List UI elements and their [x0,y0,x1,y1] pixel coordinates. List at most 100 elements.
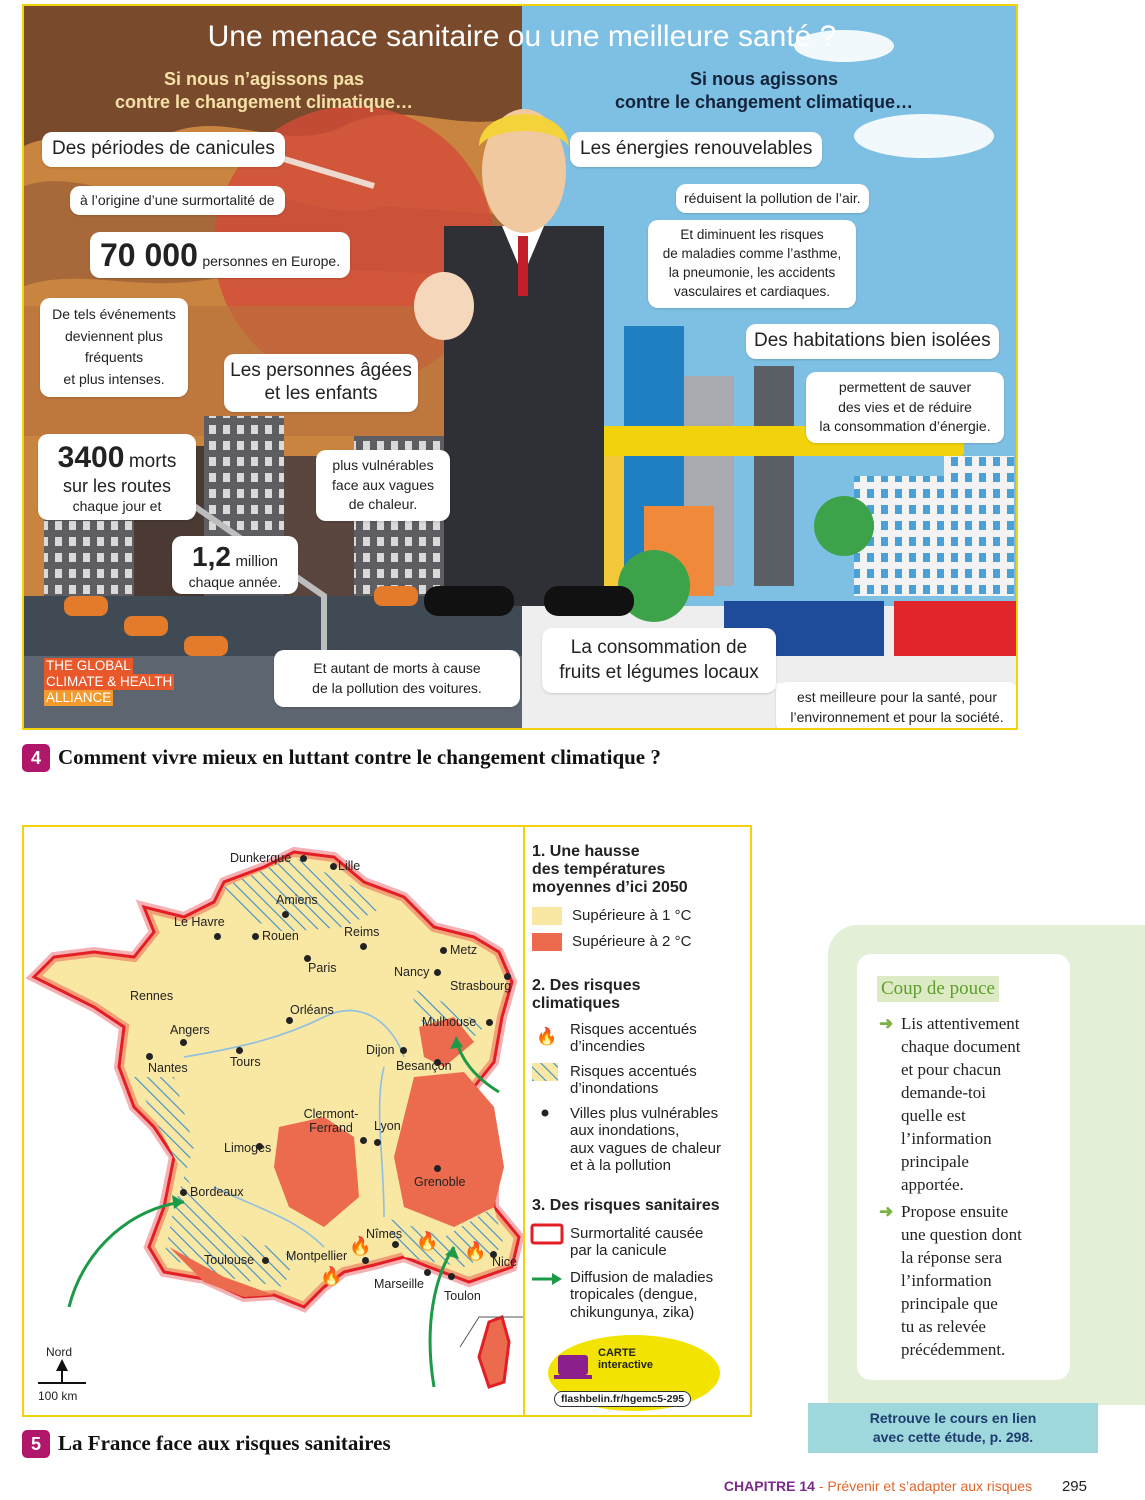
pouce-line: l’information [901,1129,992,1148]
pouce-line: tu as relevée [901,1317,986,1336]
caption-5: 5 La France face aux risques sanitaires [22,1430,391,1458]
city-dot [360,1137,367,1144]
pouce-line: Propose ensuite [901,1202,1009,1221]
city-dot [486,1019,493,1026]
pouce-item: ➜ Lis attentivement chaque document et p… [879,1012,1069,1196]
legend-line: et à la pollution [570,1156,671,1174]
city-label: Marseille [374,1277,425,1291]
city-dot [252,933,259,940]
svg-text:🔥: 🔥 [536,1026,557,1047]
big-number: 70 000 [100,237,198,273]
city-dot [256,1143,263,1150]
morts-jour: chaque jour et [72,497,162,514]
city-dot [180,1189,187,1196]
legend-line: Surmortalité causée [570,1225,704,1242]
arrow-right-icon: ➜ [879,1202,894,1221]
infographic: Une menace sanitaire ou une meilleure sa… [22,4,1018,730]
city-dot [180,1039,187,1046]
page-number: 295 [1061,1478,1087,1495]
vulnerables-line: plus vulnérables [332,457,434,473]
pollution-bubble: Et autant de morts à cause de la polluti… [274,650,520,707]
big-number-suffix: personnes en Europe. [202,253,341,269]
north-label: Nord [46,1345,73,1359]
source-logo: THE GLOBAL CLIMATE & HEALTH ALLIANCE [44,658,175,706]
chapter-title: Prévenir et s’adapter aux risques [827,1478,1033,1494]
coup-de-pouce-title: Coup de pouce [877,976,999,1002]
city-label: Dijon [366,1043,395,1057]
million-number: 1,2 [192,541,231,572]
ribbon-line: avec cette étude, p. 298. [872,1429,1034,1445]
big-number-bubble: 70 000 personnes en Europe. [90,232,351,279]
footer-dash: - [814,1478,828,1494]
vulnerables-line: de chaleur. [348,496,418,513]
legend-line: chikungunya, zika) [570,1303,695,1321]
legend-line: d’inondations [570,1080,659,1098]
pouce-line: Lis attentivement [901,1014,1020,1033]
agees-line: Les personnes âgées [230,360,412,381]
city-label: Paris [308,961,337,975]
france-map-box: 🔥 🔥 🔥 🔥 🔥 Dunkerque Lille Amiens Le Havr… [22,825,752,1417]
pouce-line: et pour chacun [901,1060,1002,1079]
pouce-line: principale que [901,1294,998,1313]
source-line: CLIMATE & HEALTH [44,674,175,690]
agees-line: et les enfants [264,382,378,404]
city-dot [400,1047,407,1054]
city-label: Lille [338,859,361,873]
city-dot [424,1269,431,1276]
permettent-line: des vies et de réduire [838,398,972,415]
carte-interactive[interactable]: CARTE interactive [598,1347,653,1371]
city-label: Nantes [148,1061,188,1075]
legend-line: moyennes d’ici 2050 [532,878,688,896]
infographic-title: Une menace sanitaire ou une meilleure sa… [207,20,837,53]
diminuent-bubble: Et diminuent les risques de maladies com… [648,220,856,308]
carte-url[interactable]: flashbelin.fr/hgemc5-295 [554,1391,692,1407]
ribbon-line: Retrouve le cours en lien [869,1410,1037,1426]
morts-word: morts [128,451,177,472]
arrow-right-icon: ➜ [879,1014,894,1033]
course-link-ribbon[interactable]: Retrouve le cours en lien avec cette étu… [808,1403,1098,1453]
city-label: Reims [344,925,380,939]
events-line: deviennent plus [64,327,164,344]
consommation-line: La consommation de [570,637,748,658]
city-label: Orléans [290,1003,334,1017]
city-dot [262,1257,269,1264]
city-label: Bordeaux [190,1185,244,1199]
million-bubble: 1,2 million chaque année. [172,536,298,595]
legend-incendies: Risques accentués d’incendies [570,1021,697,1056]
diminuent-line: de maladies comme l’asthme, [662,245,842,261]
morts-bubble: 3400 morts sur les routes chaque jour et [38,434,196,521]
million-word: million [235,553,278,570]
consommation-line: fruits et légumes locaux [559,661,759,683]
city-label: Lyon [374,1119,401,1133]
city-dot [434,969,441,976]
pouce-line: quelle est [901,1106,966,1125]
caption-4-number: 4 [22,744,50,772]
source-line: ALLIANCE [44,690,114,706]
diminuent-line: Et diminuent les risques [680,227,824,242]
legend-line: Risques accentués [570,1063,697,1080]
pouce-line: apportée. [901,1175,964,1194]
legend-line: Risques accentués [570,1021,697,1038]
pollution-line: Et autant de morts à cause [313,660,481,676]
city-dot [448,1273,455,1280]
caption-5-number: 5 [22,1430,50,1458]
permettent-bubble: permettent de sauver des vies et de rédu… [806,372,1004,443]
events-line: De tels événements [52,306,176,322]
city-label: Rouen [262,929,299,943]
city-dot [282,911,289,918]
city-label: Montpellier [286,1249,348,1263]
legend-line: climatiques [532,994,621,1012]
city-dot [434,1165,441,1172]
svg-text:🔥: 🔥 [464,1240,486,1262]
city-label: Mulhouse [422,1015,477,1029]
legend-s2-title: 2. Des risques climatiques [532,977,641,1013]
legend-line: d’incendies [570,1038,646,1056]
city-dot [286,1017,293,1024]
left-subtitle: Si nous n’agissons pas contre le changem… [94,68,434,113]
pouce-line: l’information [901,1271,992,1290]
permettent-line: la consommation d’énergie. [819,418,991,435]
right-subtitle: Si nous agissons contre le changement cl… [584,68,944,113]
carte-sub: interactive [598,1359,654,1371]
events-bubble: De tels événements deviennent plus fréqu… [40,298,188,397]
meilleure-line: est meilleure pour la santé, pour [797,689,997,705]
